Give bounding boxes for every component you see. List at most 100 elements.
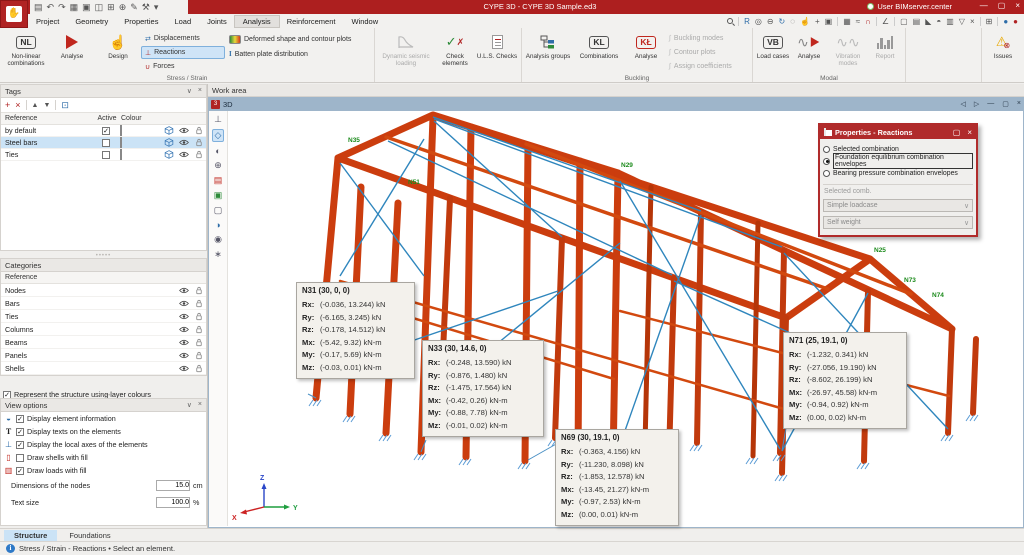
active-checkbox[interactable]: [102, 151, 110, 159]
menu-analysis[interactable]: Analysis: [235, 16, 279, 27]
next-view-icon[interactable]: ▷: [974, 100, 979, 108]
view-3d-tool-icon[interactable]: ◇: [212, 129, 225, 142]
redraw-icon[interactable]: R: [744, 17, 750, 26]
export-icon[interactable]: ▣: [82, 2, 91, 12]
reactions-button[interactable]: ⊥ Reactions: [141, 46, 225, 59]
radio-bearing-pressure[interactable]: Bearing pressure combination envelopes: [823, 167, 973, 179]
lock-icon[interactable]: [194, 299, 204, 308]
new-window-icon[interactable]: ◫: [95, 2, 104, 12]
text-size-input[interactable]: [156, 497, 190, 508]
layout-icon[interactable]: ⊞: [986, 17, 993, 26]
minimize-view-icon[interactable]: —: [987, 100, 994, 108]
window-plain-icon[interactable]: ▢: [900, 17, 908, 26]
menu-load[interactable]: Load: [166, 16, 199, 27]
cube-icon[interactable]: [164, 126, 174, 135]
window-split-icon[interactable]: ▤: [913, 17, 921, 26]
close-panel-icon[interactable]: ×: [198, 87, 202, 95]
colour-swatch[interactable]: [120, 137, 122, 148]
zoom-out-icon[interactable]: ⊖: [767, 17, 774, 26]
eye-tool-icon[interactable]: ◉: [214, 234, 222, 245]
split-red-tool-icon[interactable]: ▤: [214, 175, 223, 186]
option-checkbox[interactable]: [16, 454, 24, 462]
lock-icon[interactable]: [194, 286, 204, 295]
group-icon[interactable]: ▦: [843, 17, 851, 26]
visibility-eye-icon[interactable]: [179, 338, 189, 347]
move-icon[interactable]: +: [815, 17, 820, 26]
nonlinear-combinations-button[interactable]: NL Non-linear combinations: [3, 30, 49, 73]
load-cases-button[interactable]: VB Load cases: [756, 30, 790, 73]
bim-sync-icon[interactable]: ⊕: [119, 2, 127, 12]
visibility-eye-icon[interactable]: [179, 312, 189, 321]
lock-icon[interactable]: [194, 364, 204, 373]
close-view-icon[interactable]: ×: [1017, 100, 1021, 108]
visibility-eye-icon[interactable]: [179, 299, 189, 308]
move-up-button[interactable]: ▲: [32, 102, 39, 109]
lock-icon[interactable]: [194, 338, 204, 347]
menu-properties[interactable]: Properties: [116, 16, 166, 27]
dialog-maximize-icon[interactable]: ▢: [953, 128, 961, 137]
category-row[interactable]: Beams: [1, 336, 206, 349]
restore-view-icon[interactable]: ▢: [1002, 100, 1009, 108]
displacements-button[interactable]: ⇄ Displacements: [141, 32, 225, 45]
visibility-eye-icon[interactable]: [179, 351, 189, 360]
lock-icon[interactable]: [194, 138, 204, 147]
move-down-button[interactable]: ▼: [43, 102, 50, 109]
zoom-extent-icon[interactable]: ◌: [790, 17, 795, 26]
minimize-button[interactable]: —: [980, 1, 988, 10]
option-checkbox[interactable]: ✓: [16, 441, 24, 449]
buckling-analyse-button[interactable]: KŁ Analyse: [627, 30, 665, 73]
refresh-icon[interactable]: ↻: [779, 17, 786, 26]
active-checkbox[interactable]: ✓: [102, 127, 110, 135]
uls-checks-button[interactable]: U.L.S. Checks: [476, 30, 518, 73]
axes-tool-icon[interactable]: ⊥: [214, 114, 222, 125]
save-icon[interactable]: ▤: [34, 2, 43, 12]
collapse-icon[interactable]: ∨: [187, 87, 192, 95]
delete-tag-button[interactable]: ×: [15, 100, 20, 110]
cut-icon[interactable]: ×: [970, 17, 975, 26]
bimserver-sphere-icon[interactable]: ●: [1013, 17, 1018, 26]
deformed-shape-button[interactable]: Deformed shape and contour plots: [225, 32, 371, 46]
globe-tool-icon[interactable]: ◑: [215, 220, 220, 230]
visibility-eye-icon[interactable]: [179, 150, 189, 159]
menu-reinforcement[interactable]: Reinforcement: [279, 16, 344, 27]
tab-structure[interactable]: Structure: [4, 530, 57, 541]
category-row[interactable]: Ties: [1, 310, 206, 323]
maximize-button[interactable]: ▢: [998, 1, 1006, 10]
tag-row[interactable]: by default ✓: [1, 125, 206, 137]
category-row[interactable]: Shells: [1, 362, 206, 375]
redo-icon[interactable]: ↷: [58, 2, 66, 12]
film-tool-icon[interactable]: ▥: [946, 17, 954, 26]
cube-icon[interactable]: [164, 138, 174, 147]
issues-button[interactable]: ⚠⊗ Issues: [985, 30, 1021, 73]
bimserver-user[interactable]: User BIMserver.center: [867, 2, 952, 11]
category-row[interactable]: Bars: [1, 297, 206, 310]
split-green-tool-icon[interactable]: ▣: [214, 190, 223, 201]
copy-tags-button[interactable]: ⊡: [61, 100, 69, 111]
close-button[interactable]: ×: [1015, 1, 1020, 10]
triangle-tool-icon[interactable]: ◣: [925, 17, 931, 26]
dialog-close-icon[interactable]: ×: [967, 128, 972, 137]
viewport-3d[interactable]: N35 N29 N51 N25 N73 N74 Z: [228, 111, 1024, 526]
radio-foundation-equilibrium[interactable]: Foundation equilibrium combination envel…: [823, 155, 973, 167]
pan-tool-icon[interactable]: ◐: [215, 146, 220, 156]
undo-icon[interactable]: ↶: [47, 2, 55, 12]
visibility-eye-icon[interactable]: [179, 364, 189, 373]
category-row[interactable]: Panels: [1, 349, 206, 362]
design-button[interactable]: ☝ Design: [95, 30, 141, 73]
prev-view-icon[interactable]: ◁: [961, 100, 966, 108]
search-icon[interactable]: [727, 18, 733, 24]
lock-icon[interactable]: [194, 126, 204, 135]
measure-icon[interactable]: ∠: [882, 17, 889, 26]
cube-icon[interactable]: [164, 150, 174, 159]
window-tool-icon[interactable]: ▢: [214, 205, 223, 216]
menu-geometry[interactable]: Geometry: [67, 16, 116, 27]
magnet-icon[interactable]: ∩: [865, 17, 871, 26]
buckling-combinations-button[interactable]: KL Combinations: [571, 30, 627, 73]
menu-joints[interactable]: Joints: [199, 16, 235, 27]
tag-row[interactable]: Ties: [1, 149, 206, 161]
active-checkbox[interactable]: [102, 139, 110, 147]
globe-icon[interactable]: ●: [1003, 17, 1008, 26]
edit-icon[interactable]: ✎: [130, 2, 138, 12]
add-tag-button[interactable]: +: [5, 100, 10, 110]
pan-icon[interactable]: ☝: [800, 17, 810, 26]
